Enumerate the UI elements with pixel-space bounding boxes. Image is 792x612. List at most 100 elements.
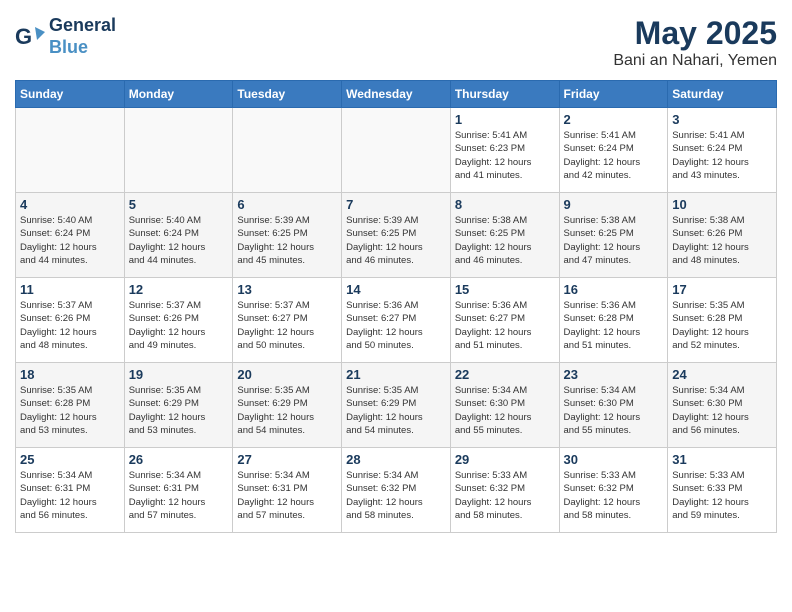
day-number: 28	[346, 452, 446, 467]
day-info: Sunrise: 5:39 AM Sunset: 6:25 PM Dayligh…	[237, 214, 337, 267]
calendar-cell: 30Sunrise: 5:33 AM Sunset: 6:32 PM Dayli…	[559, 448, 668, 533]
calendar-cell: 16Sunrise: 5:36 AM Sunset: 6:28 PM Dayli…	[559, 278, 668, 363]
day-info: Sunrise: 5:38 AM Sunset: 6:25 PM Dayligh…	[564, 214, 664, 267]
calendar-cell: 9 Sunrise: 5:38 AM Sunset: 6:25 PM Daylig…	[559, 193, 668, 278]
calendar-cell: 6 Sunrise: 5:39 AM Sunset: 6:25 PM Daylig…	[233, 193, 342, 278]
calendar-cell: 11 Sunrise: 5:37 AM Sunset: 6:26 PM Dayli…	[16, 278, 125, 363]
day-number: 1	[455, 112, 555, 127]
weekday-header-tuesday: Tuesday	[233, 81, 342, 108]
day-number: 18	[20, 367, 120, 382]
day-info: Sunrise: 5:37 AM Sunset: 6:27 PM Dayligh…	[237, 299, 337, 352]
location-title: Bani an Nahari, Yemen	[613, 52, 777, 70]
day-info: Sunrise: 5:35 AM Sunset: 6:29 PM Dayligh…	[237, 384, 337, 437]
month-title: May 2025	[613, 15, 777, 52]
calendar-cell: 23 Sunrise: 5:34 AM Sunset: 6:30 PM Dayli…	[559, 363, 668, 448]
calendar-cell: 27 Sunrise: 5:34 AM Sunset: 6:31 PM Dayli…	[233, 448, 342, 533]
day-info: Sunrise: 5:34 AM Sunset: 6:30 PM Dayligh…	[564, 384, 664, 437]
calendar-cell: 10 Sunrise: 5:38 AM Sunset: 6:26 PM Dayli…	[668, 193, 777, 278]
weekday-header-thursday: Thursday	[450, 81, 559, 108]
calendar-cell: 1Sunrise: 5:41 AM Sunset: 6:23 PM Daylig…	[450, 108, 559, 193]
calendar-cell	[342, 108, 451, 193]
day-number: 23	[564, 367, 664, 382]
day-number: 31	[672, 452, 772, 467]
day-info: Sunrise: 5:36 AM Sunset: 6:27 PM Dayligh…	[455, 299, 555, 352]
day-info: Sunrise: 5:38 AM Sunset: 6:25 PM Dayligh…	[455, 214, 555, 267]
calendar-cell	[124, 108, 233, 193]
day-info: Sunrise: 5:36 AM Sunset: 6:28 PM Dayligh…	[564, 299, 664, 352]
calendar-cell: 17 Sunrise: 5:35 AM Sunset: 6:28 PM Dayli…	[668, 278, 777, 363]
day-info: Sunrise: 5:37 AM Sunset: 6:26 PM Dayligh…	[20, 299, 120, 352]
calendar-cell: 7Sunrise: 5:39 AM Sunset: 6:25 PM Daylig…	[342, 193, 451, 278]
day-info: Sunrise: 5:34 AM Sunset: 6:32 PM Dayligh…	[346, 469, 446, 522]
weekday-header-friday: Friday	[559, 81, 668, 108]
day-info: Sunrise: 5:33 AM Sunset: 6:32 PM Dayligh…	[564, 469, 664, 522]
calendar-cell: 4 Sunrise: 5:40 AM Sunset: 6:24 PM Daylig…	[16, 193, 125, 278]
calendar-table: SundayMondayTuesdayWednesdayThursdayFrid…	[15, 80, 777, 533]
day-number: 6	[237, 197, 337, 212]
day-number: 29	[455, 452, 555, 467]
day-info: Sunrise: 5:34 AM Sunset: 6:31 PM Dayligh…	[237, 469, 337, 522]
weekday-header-monday: Monday	[124, 81, 233, 108]
calendar-cell: 12Sunrise: 5:37 AM Sunset: 6:26 PM Dayli…	[124, 278, 233, 363]
page-header: G General Blue May 2025 Bani an Nahari, …	[15, 15, 777, 70]
calendar-cell: 8Sunrise: 5:38 AM Sunset: 6:25 PM Daylig…	[450, 193, 559, 278]
calendar-cell	[16, 108, 125, 193]
svg-text:G: G	[15, 24, 32, 49]
day-number: 27	[237, 452, 337, 467]
day-number: 7	[346, 197, 446, 212]
calendar-cell: 19 Sunrise: 5:35 AM Sunset: 6:29 PM Dayli…	[124, 363, 233, 448]
day-number: 4	[20, 197, 120, 212]
day-info: Sunrise: 5:35 AM Sunset: 6:29 PM Dayligh…	[129, 384, 229, 437]
calendar-cell: 31 Sunrise: 5:33 AM Sunset: 6:33 PM Dayli…	[668, 448, 777, 533]
day-number: 5	[129, 197, 229, 212]
day-info: Sunrise: 5:35 AM Sunset: 6:28 PM Dayligh…	[20, 384, 120, 437]
logo-icon: G	[15, 22, 45, 52]
day-number: 21	[346, 367, 446, 382]
calendar-cell	[233, 108, 342, 193]
weekday-header-row: SundayMondayTuesdayWednesdayThursdayFrid…	[16, 81, 777, 108]
day-number: 20	[237, 367, 337, 382]
day-info: Sunrise: 5:35 AM Sunset: 6:28 PM Dayligh…	[672, 299, 772, 352]
calendar-week-row: 4 Sunrise: 5:40 AM Sunset: 6:24 PM Daylig…	[16, 193, 777, 278]
calendar-cell: 26 Sunrise: 5:34 AM Sunset: 6:31 PM Dayli…	[124, 448, 233, 533]
weekday-header-saturday: Saturday	[668, 81, 777, 108]
day-number: 9	[564, 197, 664, 212]
calendar-cell: 13Sunrise: 5:37 AM Sunset: 6:27 PM Dayli…	[233, 278, 342, 363]
day-info: Sunrise: 5:40 AM Sunset: 6:24 PM Dayligh…	[129, 214, 229, 267]
day-info: Sunrise: 5:34 AM Sunset: 6:30 PM Dayligh…	[455, 384, 555, 437]
calendar-week-row: 25Sunrise: 5:34 AM Sunset: 6:31 PM Dayli…	[16, 448, 777, 533]
day-number: 10	[672, 197, 772, 212]
day-number: 26	[129, 452, 229, 467]
day-info: Sunrise: 5:41 AM Sunset: 6:24 PM Dayligh…	[672, 129, 772, 182]
calendar-cell: 18 Sunrise: 5:35 AM Sunset: 6:28 PM Dayli…	[16, 363, 125, 448]
day-number: 11	[20, 282, 120, 297]
day-number: 22	[455, 367, 555, 382]
weekday-header-wednesday: Wednesday	[342, 81, 451, 108]
day-info: Sunrise: 5:40 AM Sunset: 6:24 PM Dayligh…	[20, 214, 120, 267]
day-info: Sunrise: 5:35 AM Sunset: 6:29 PM Dayligh…	[346, 384, 446, 437]
day-info: Sunrise: 5:36 AM Sunset: 6:27 PM Dayligh…	[346, 299, 446, 352]
day-number: 19	[129, 367, 229, 382]
calendar-week-row: 18 Sunrise: 5:35 AM Sunset: 6:28 PM Dayli…	[16, 363, 777, 448]
title-block: May 2025 Bani an Nahari, Yemen	[613, 15, 777, 70]
logo-line1: General	[49, 15, 116, 37]
calendar-cell: 5 Sunrise: 5:40 AM Sunset: 6:24 PM Daylig…	[124, 193, 233, 278]
calendar-week-row: 1Sunrise: 5:41 AM Sunset: 6:23 PM Daylig…	[16, 108, 777, 193]
calendar-cell: 21 Sunrise: 5:35 AM Sunset: 6:29 PM Dayli…	[342, 363, 451, 448]
day-info: Sunrise: 5:38 AM Sunset: 6:26 PM Dayligh…	[672, 214, 772, 267]
day-info: Sunrise: 5:37 AM Sunset: 6:26 PM Dayligh…	[129, 299, 229, 352]
day-info: Sunrise: 5:34 AM Sunset: 6:30 PM Dayligh…	[672, 384, 772, 437]
day-info: Sunrise: 5:33 AM Sunset: 6:33 PM Dayligh…	[672, 469, 772, 522]
calendar-cell: 3Sunrise: 5:41 AM Sunset: 6:24 PM Daylig…	[668, 108, 777, 193]
calendar-cell: 14Sunrise: 5:36 AM Sunset: 6:27 PM Dayli…	[342, 278, 451, 363]
calendar-cell: 28 Sunrise: 5:34 AM Sunset: 6:32 PM Dayli…	[342, 448, 451, 533]
calendar-cell: 24Sunrise: 5:34 AM Sunset: 6:30 PM Dayli…	[668, 363, 777, 448]
day-number: 2	[564, 112, 664, 127]
calendar-cell: 15 Sunrise: 5:36 AM Sunset: 6:27 PM Dayli…	[450, 278, 559, 363]
weekday-header-sunday: Sunday	[16, 81, 125, 108]
day-number: 17	[672, 282, 772, 297]
day-number: 15	[455, 282, 555, 297]
day-info: Sunrise: 5:41 AM Sunset: 6:24 PM Dayligh…	[564, 129, 664, 182]
day-info: Sunrise: 5:33 AM Sunset: 6:32 PM Dayligh…	[455, 469, 555, 522]
day-info: Sunrise: 5:34 AM Sunset: 6:31 PM Dayligh…	[129, 469, 229, 522]
